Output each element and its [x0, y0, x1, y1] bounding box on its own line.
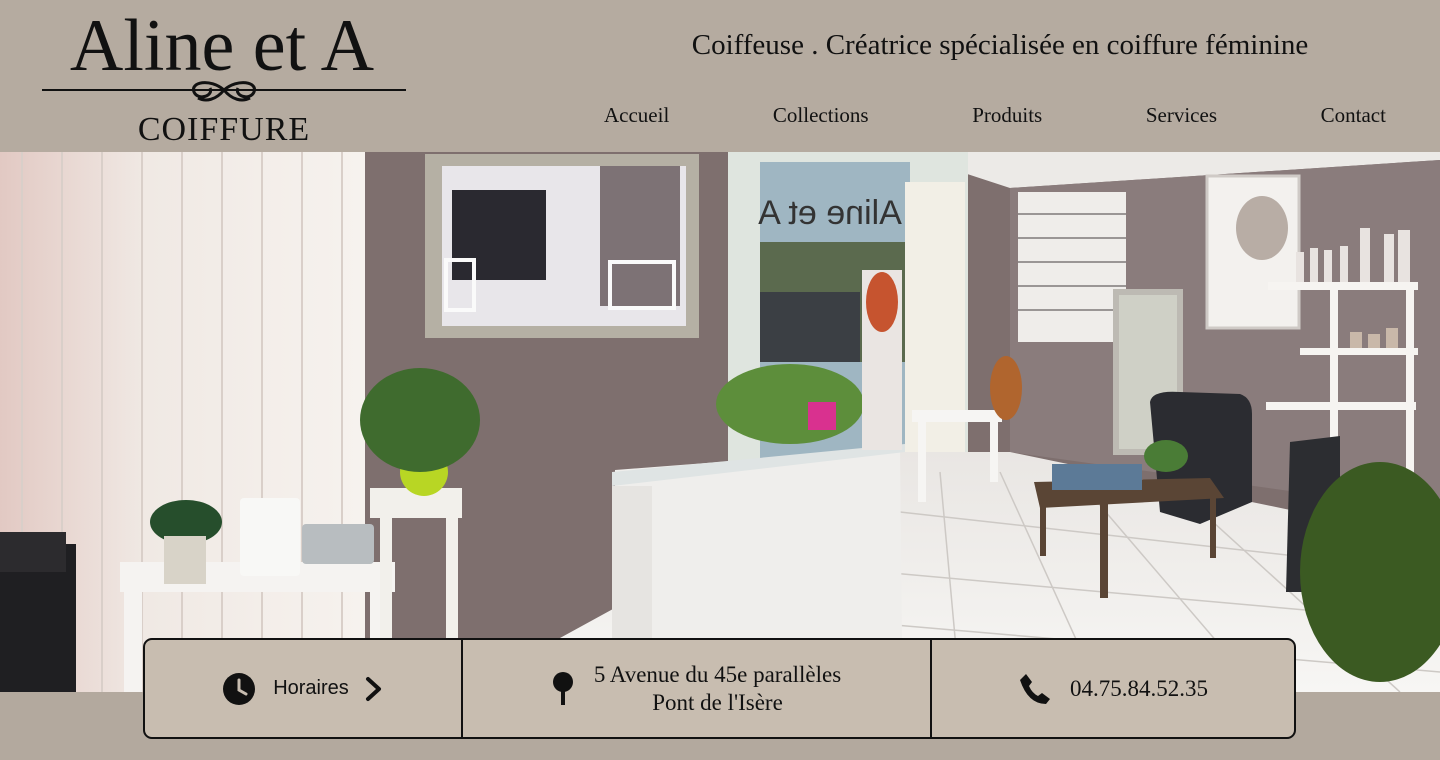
address-text: 5 Avenue du 45e parallèles Pont de l'Isè… [594, 661, 841, 717]
nav-services[interactable]: Services [1142, 103, 1221, 128]
site-header: Aline et A COIFFURE Coiffeuse . Créatric… [0, 0, 1440, 152]
map-pin-icon [552, 671, 574, 706]
nav-contact[interactable]: Contact [1317, 103, 1390, 128]
hero-photo: Aline et A [0, 152, 1440, 692]
hours-button[interactable]: Horaires [145, 640, 463, 737]
chevron-right-icon [365, 676, 383, 702]
phone-icon [1018, 672, 1052, 706]
logo-subtitle: COIFFURE [138, 111, 310, 148]
site-tagline: Coiffeuse . Créatrice spécialisée en coi… [691, 29, 1309, 61]
phone-block[interactable]: 04.75.84.52.35 [932, 640, 1294, 737]
address-block[interactable]: 5 Avenue du 45e parallèles Pont de l'Isè… [463, 640, 932, 737]
site-logo[interactable]: Aline et A COIFFURE [38, 4, 414, 148]
phone-number: 04.75.84.52.35 [1070, 675, 1208, 701]
main-nav: Accueil Collections Produits Services Co… [600, 98, 1390, 132]
nav-collections[interactable]: Collections [769, 103, 873, 128]
nav-accueil[interactable]: Accueil [600, 103, 673, 128]
window-lettering: Aline et A [758, 194, 902, 232]
nav-produits[interactable]: Produits [968, 103, 1046, 128]
info-bar: Horaires 5 Avenue du 45e parallèles Pont… [143, 638, 1296, 739]
address-line1: 5 Avenue du 45e parallèles [593, 661, 842, 687]
address-line2: Pont de l'Isère [652, 689, 783, 715]
logo-wordmark: Aline et A [70, 5, 374, 87]
clock-icon [223, 672, 256, 705]
hours-label: Horaires [273, 677, 349, 699]
